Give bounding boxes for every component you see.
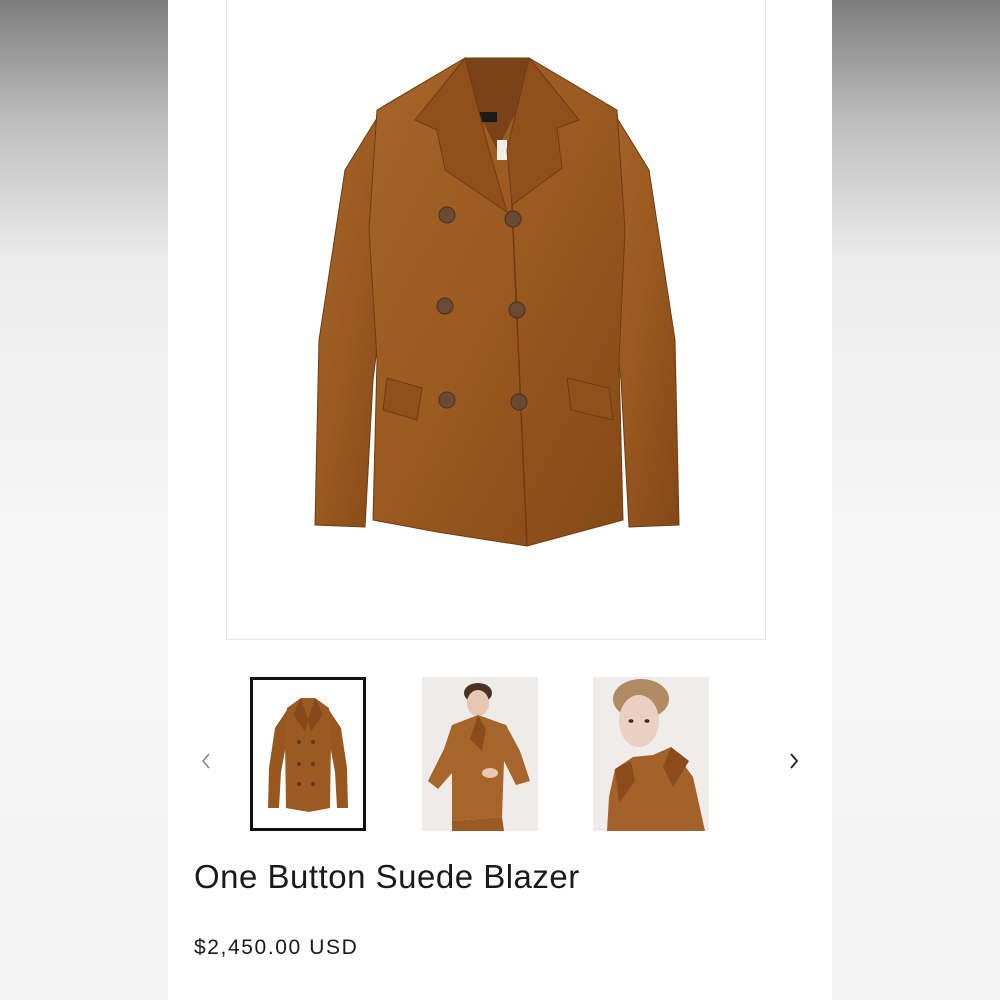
thumbnail-model-collar-image — [593, 677, 709, 831]
gallery-prev-button[interactable] — [190, 745, 222, 777]
main-product-image[interactable] — [226, 0, 766, 640]
chevron-right-icon — [790, 753, 799, 769]
thumbnail-model-collar[interactable] — [593, 677, 709, 831]
blazer-illustration — [314, 56, 680, 547]
thumbnail-model-full[interactable] — [422, 677, 538, 831]
screenshot-canvas: One Button Suede Blazer $2,450.00 USD — [0, 0, 1000, 1000]
product-page: One Button Suede Blazer $2,450.00 USD — [168, 0, 832, 1000]
thumbnail-blazer-front-image — [253, 680, 363, 828]
product-price: $2,450.00 USD — [194, 936, 359, 959]
thumbnail-model-full-image — [422, 677, 538, 831]
thumbnail-blazer-front[interactable] — [250, 677, 366, 831]
gallery-next-button[interactable] — [778, 745, 810, 777]
chevron-left-icon — [201, 753, 210, 769]
product-title: One Button Suede Blazer — [194, 858, 580, 895]
